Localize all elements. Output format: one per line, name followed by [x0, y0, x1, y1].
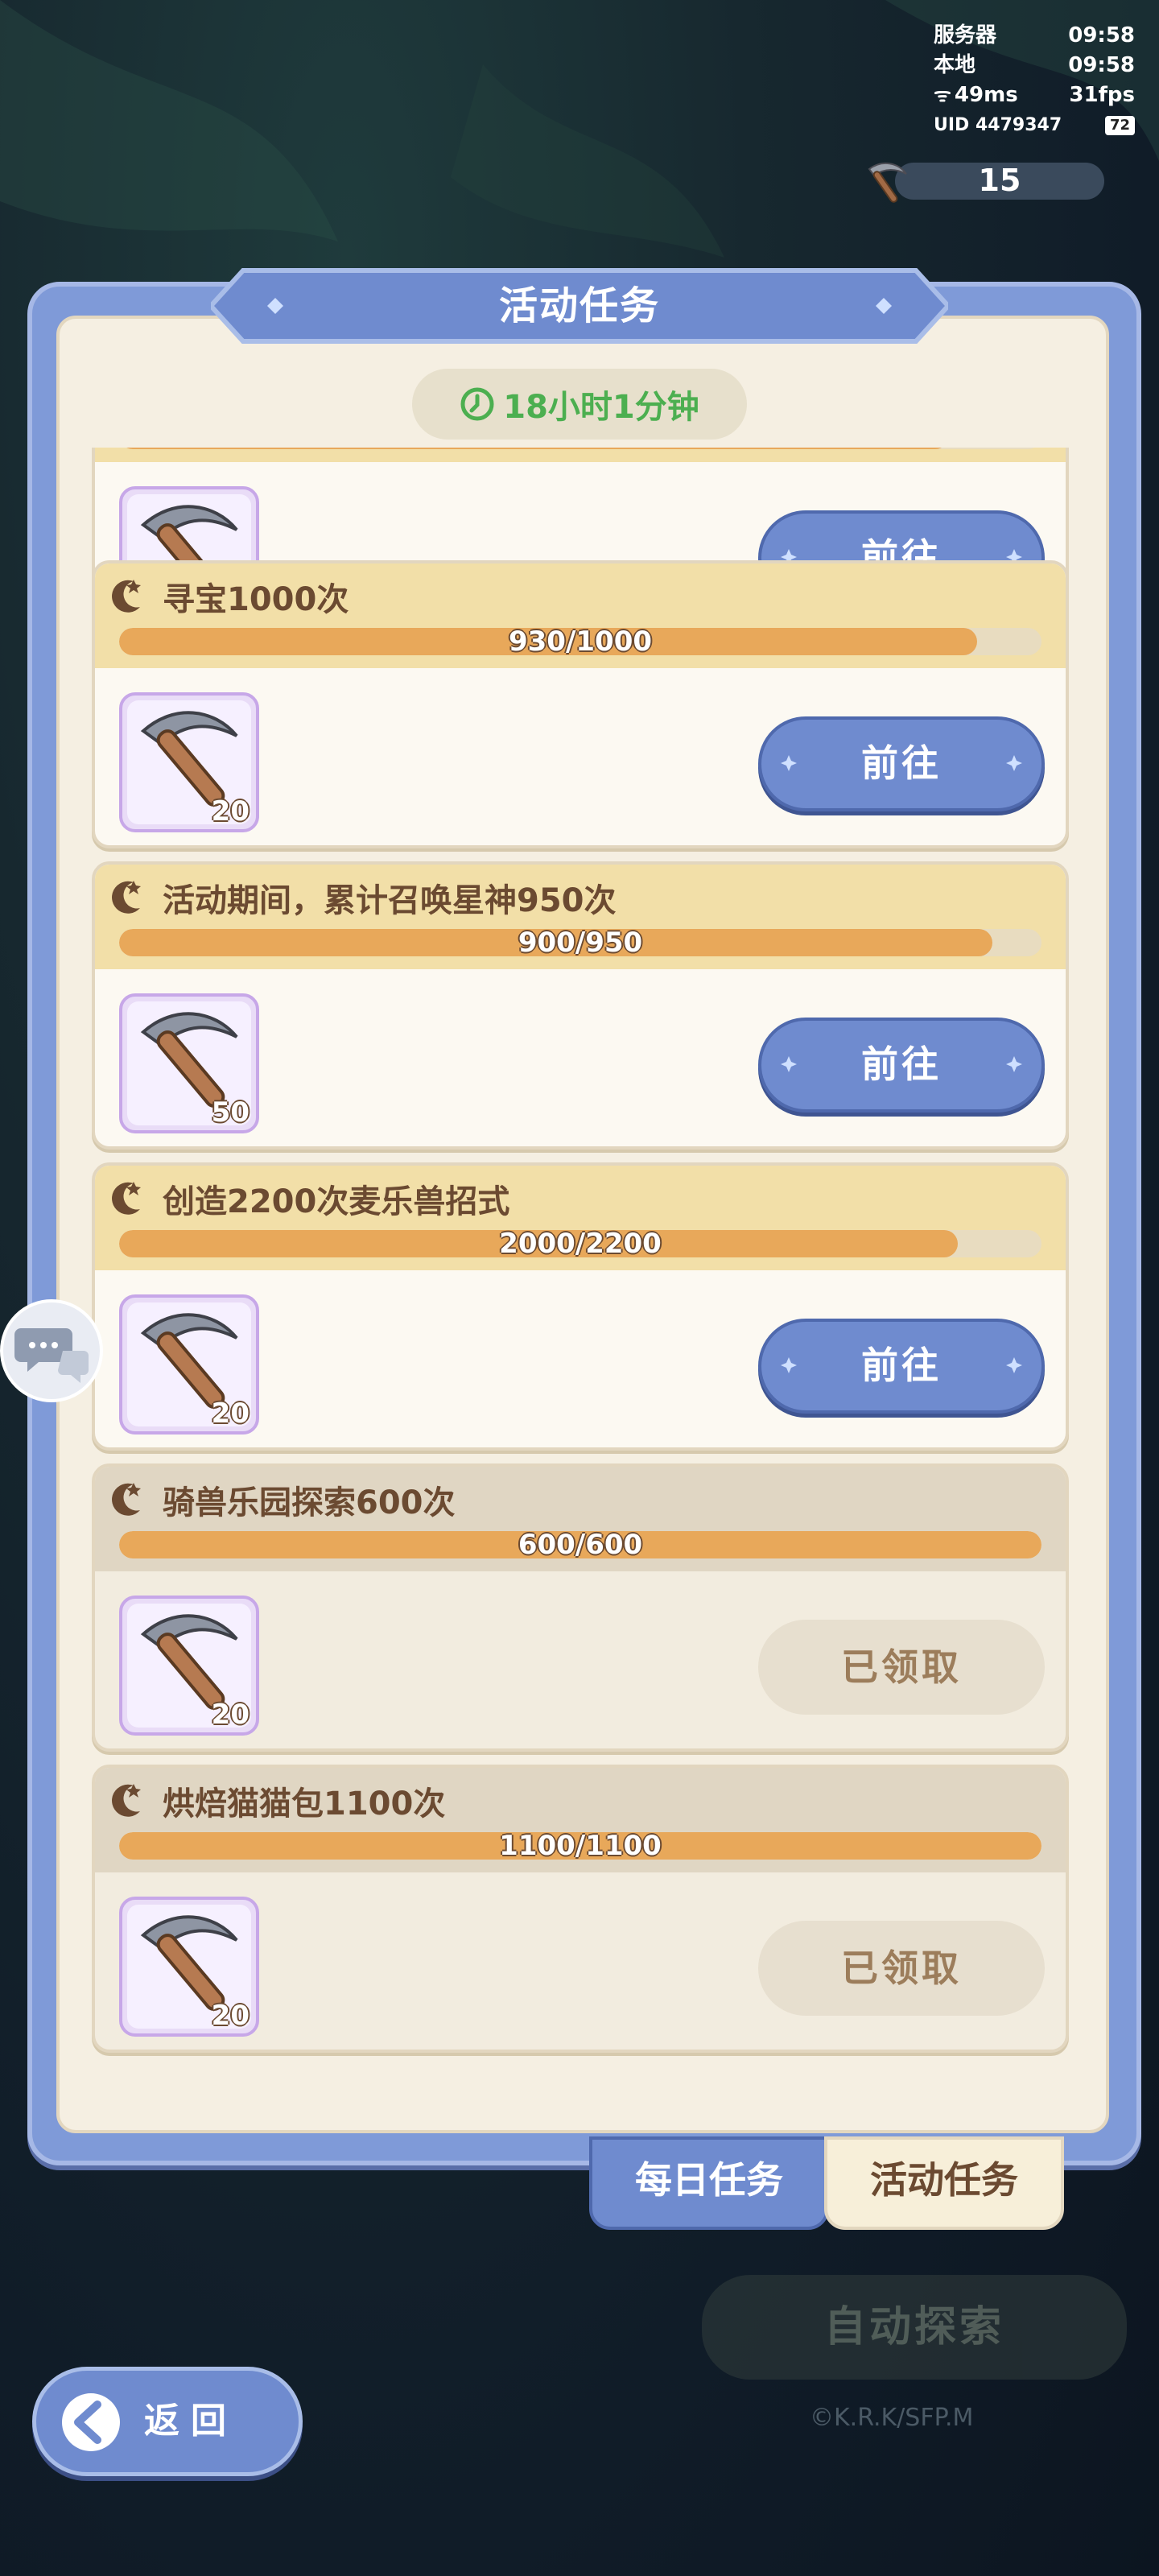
task-header: 创造2200次麦乐兽招式 2000/2200: [95, 1166, 1066, 1270]
progress-text: 930/1000: [508, 625, 653, 658]
task-title: 活动期间，累计召唤星神950次: [163, 882, 617, 919]
reward-quantity: 20: [211, 2000, 250, 2032]
task-progress-bar: [119, 448, 1041, 449]
reward-item[interactable]: 20: [119, 1897, 259, 2037]
progress-text: 900/950: [518, 927, 643, 959]
sparkle-icon: [781, 1357, 797, 1373]
pickaxe-icon: [868, 162, 907, 203]
task-list[interactable]: 30前往寻宝1000次930/100020前往活动期间，累计召唤星神950次90…: [89, 448, 1069, 2066]
countdown-timer: 18小时1分钟: [412, 369, 747, 440]
go-button-label: 前往: [861, 1344, 942, 1387]
task-title: 烘焙猫猫包1100次: [163, 1785, 446, 1823]
sparkle-icon: [781, 1056, 797, 1072]
fps-text: 31fps: [1069, 83, 1135, 107]
sparkle-icon: [1006, 1357, 1022, 1373]
progress-text: 2000/2200: [499, 1228, 662, 1260]
go-button-label: 前往: [861, 741, 942, 785]
task-card: 烘焙猫猫包1100次 1100/1100 20 已领取: [92, 1765, 1069, 2053]
copyright-text: ©K.R.K/SFP.M: [810, 2404, 974, 2432]
task-title: 骑兽乐园探索600次: [163, 1484, 456, 1521]
crescent-moon-icon: [112, 1784, 141, 1817]
chat-button[interactable]: [0, 1299, 103, 1402]
reward-item[interactable]: 20: [119, 1294, 259, 1435]
task-title: 寻宝1000次: [163, 581, 349, 618]
sparkle-icon: [1006, 755, 1022, 771]
task-header: 骑兽乐园探索600次 600/600: [95, 1467, 1066, 1571]
tab-daily-tasks[interactable]: 每日任务: [589, 2136, 829, 2230]
sparkle-icon: [781, 755, 797, 771]
claimed-button: 已领取: [758, 1620, 1045, 1715]
timer-text: 18小时1分钟: [503, 389, 699, 426]
task-card: 创造2200次麦乐兽招式 2000/2200 20 前往: [92, 1162, 1069, 1451]
reward-quantity: 20: [211, 1397, 250, 1430]
crescent-moon-icon: [112, 580, 141, 613]
task-card: 活动期间，累计召唤星神950次 900/950 50 前往: [92, 861, 1069, 1150]
wifi-icon: ᯤ: [934, 84, 951, 106]
reward-item[interactable]: 20: [119, 692, 259, 832]
local-label: 本地: [934, 53, 976, 77]
progress-fill: [119, 448, 950, 449]
reward-quantity: 50: [211, 1096, 250, 1129]
panel-title: 活动任务: [498, 283, 660, 328]
local-time: 09:58: [1068, 53, 1135, 77]
claimed-button: 已领取: [758, 1921, 1045, 2016]
uid-text: UID 4479347: [934, 115, 1062, 135]
task-header: 活动期间，累计召唤星神950次 900/950: [95, 865, 1066, 969]
reward-item[interactable]: 20: [119, 1596, 259, 1736]
reward-quantity: 20: [211, 1699, 250, 1731]
auto-explore-button[interactable]: 自动探索: [702, 2275, 1127, 2380]
server-time: 09:58: [1068, 23, 1135, 47]
task-card: 寻宝1000次 930/1000 20 前往: [92, 560, 1069, 848]
progress-text: 600/600: [518, 1529, 643, 1561]
sparkle-icon: [1006, 1056, 1022, 1072]
reward-quantity: 20: [211, 795, 250, 828]
task-header: 烘焙猫猫包1100次 1100/1100: [95, 1768, 1066, 1872]
ping-text: 49ms: [954, 83, 1018, 107]
battery-icon: 72: [1104, 115, 1135, 135]
server-label: 服务器: [934, 23, 997, 47]
pickaxe-count: 15: [978, 163, 1021, 198]
reward-item[interactable]: 50: [119, 993, 259, 1133]
pickaxe-counter: 15: [863, 158, 1104, 203]
chat-bubble-icon: [14, 1328, 89, 1383]
task-card: 骑兽乐园探索600次 600/600 20 已领取: [92, 1463, 1069, 1752]
back-arrow-icon: [62, 2393, 120, 2451]
crescent-moon-icon: [112, 1483, 141, 1516]
progress-text: 1100/1100: [499, 1830, 662, 1862]
status-overlay: 服务器 09:58 本地 09:58 ᯤ 49ms 31fps UID 4479347 7…: [934, 21, 1135, 140]
tab-activity-tasks[interactable]: 活动任务: [824, 2136, 1064, 2230]
task-title: 创造2200次麦乐兽招式: [163, 1183, 510, 1220]
task-header: [95, 448, 1066, 462]
crescent-moon-icon: [112, 881, 141, 914]
task-header: 寻宝1000次 930/1000: [95, 564, 1066, 668]
go-button[interactable]: 前往: [758, 1018, 1045, 1113]
go-button[interactable]: 前往: [758, 716, 1045, 811]
go-button[interactable]: 前往: [758, 1319, 1045, 1414]
back-label: 返回: [144, 2401, 237, 2442]
go-button-label: 前往: [861, 1042, 942, 1086]
crescent-moon-icon: [112, 1182, 141, 1215]
clock-icon: [460, 387, 494, 421]
back-button[interactable]: 返回: [32, 2367, 303, 2476]
